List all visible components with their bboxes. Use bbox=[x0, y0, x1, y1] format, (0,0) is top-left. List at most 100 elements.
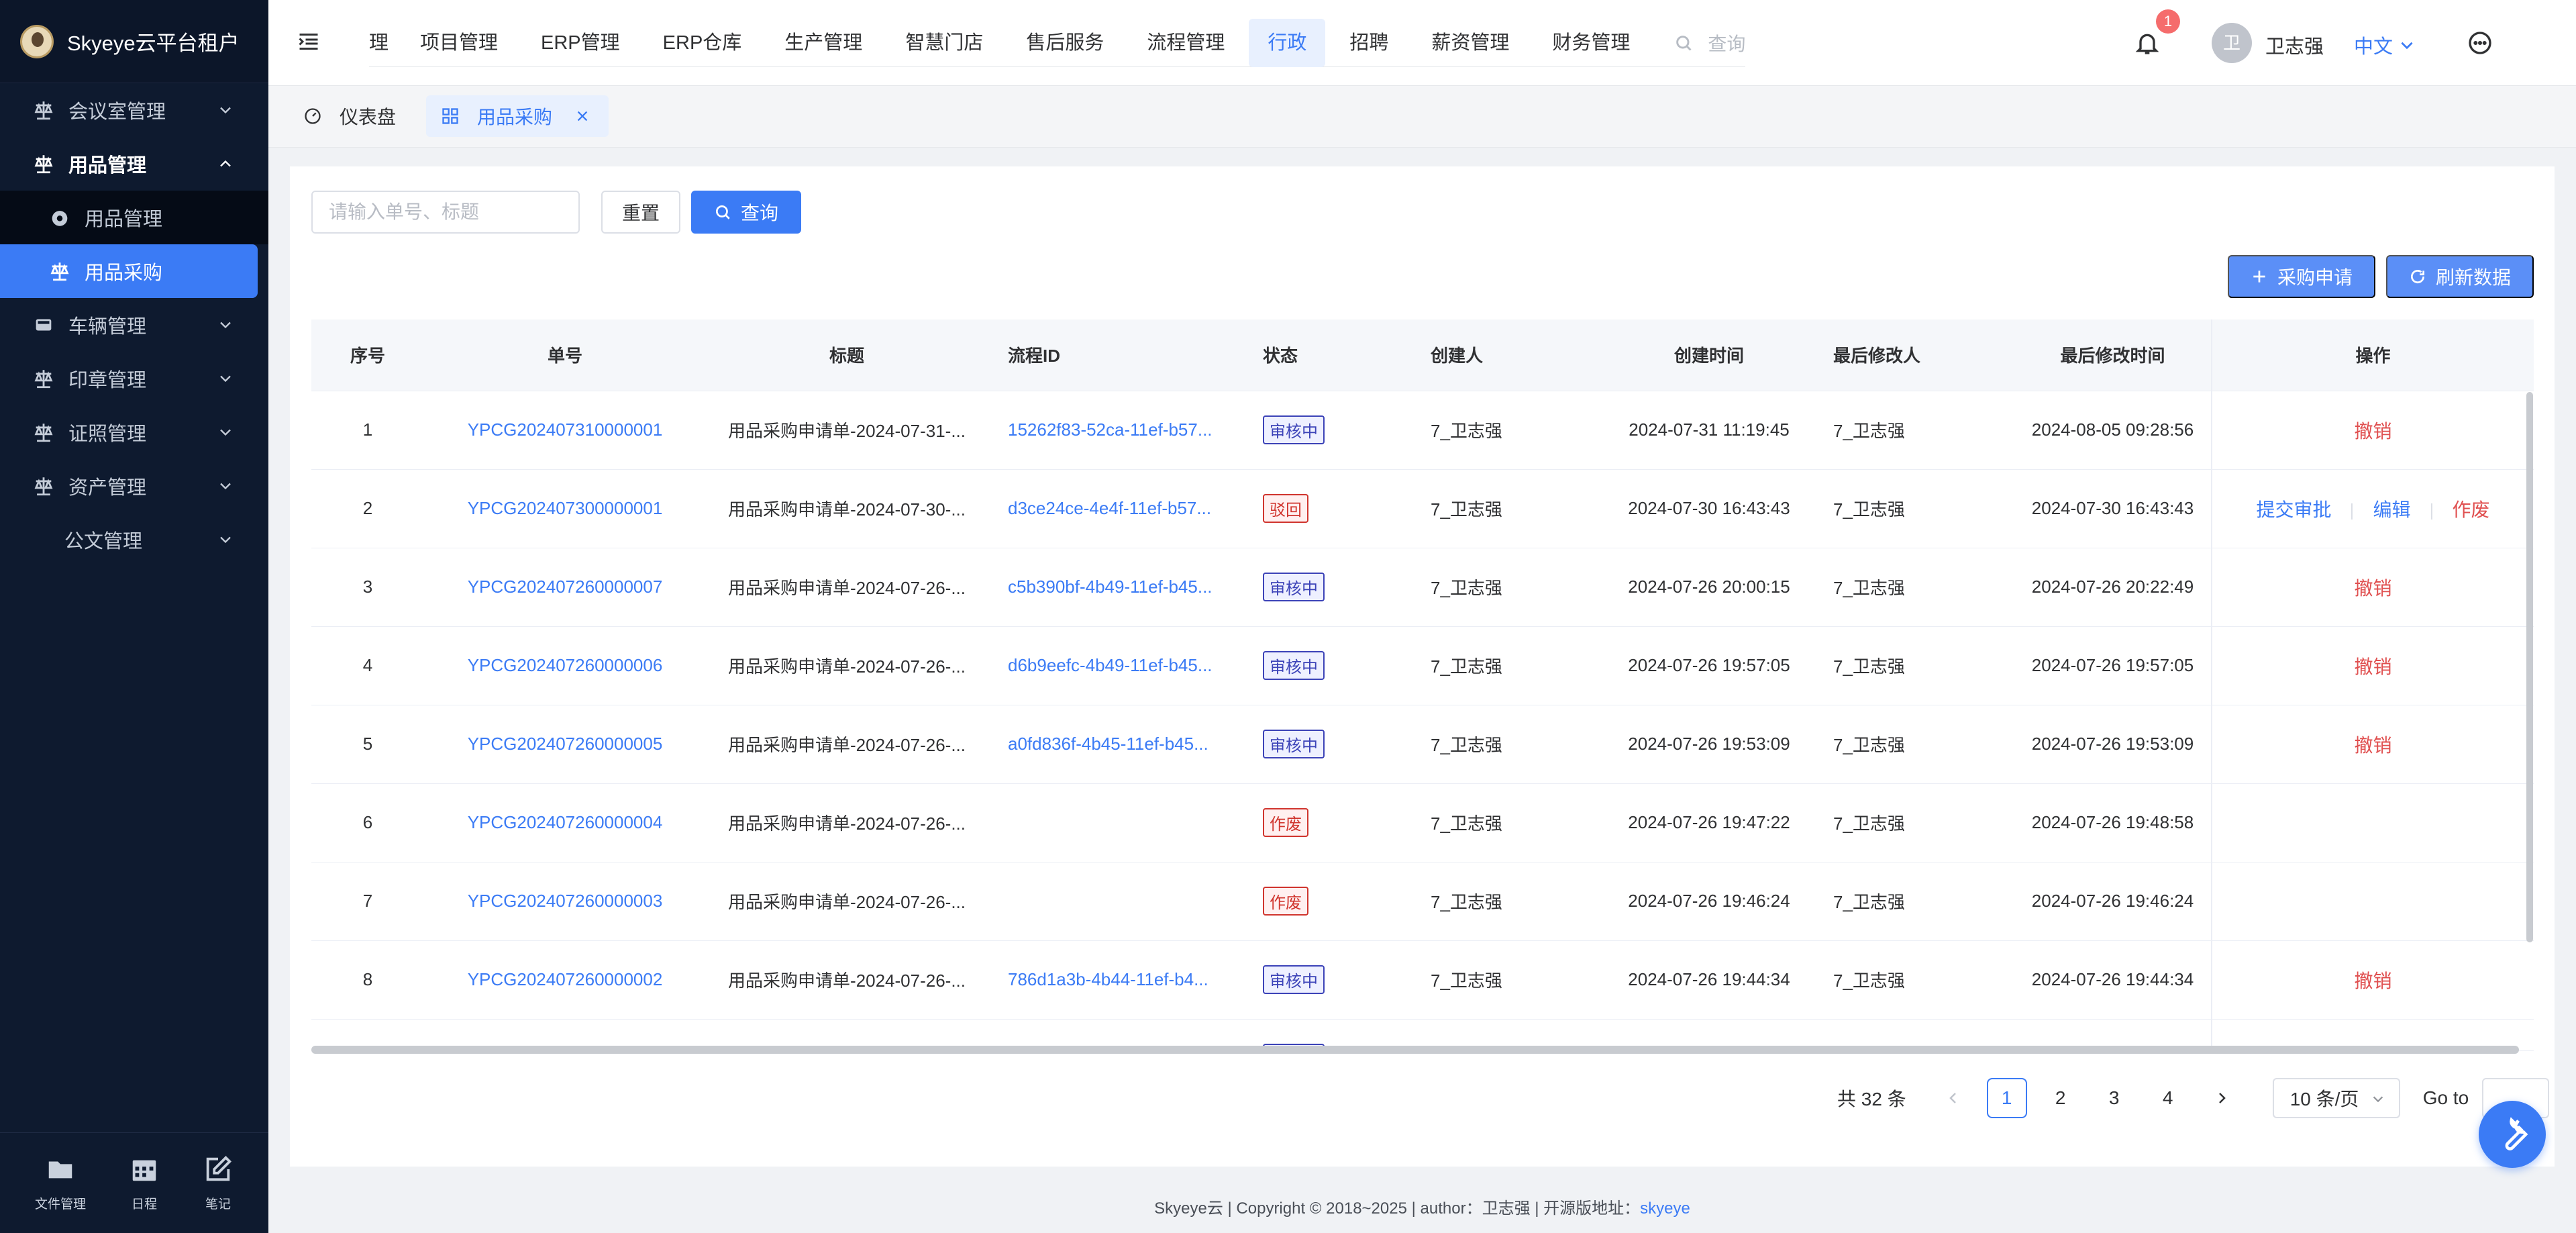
order-no-link[interactable]: YPCG202407260000002 bbox=[424, 940, 706, 1020]
chevron-left-icon bbox=[1949, 1093, 1956, 1103]
next-page-button[interactable] bbox=[2202, 1078, 2242, 1118]
query-button[interactable]: 查询 bbox=[691, 191, 801, 234]
nav-tab[interactable]: 财务管理 bbox=[1533, 19, 1649, 67]
action-link[interactable]: 作废 bbox=[2453, 499, 2490, 520]
order-no-link[interactable]: YPCG202407310000001 bbox=[424, 391, 706, 470]
horizontal-scrollbar[interactable] bbox=[311, 1046, 2519, 1054]
tag-dashboard[interactable]: 仪表盘 bbox=[289, 95, 411, 137]
sidebar-item[interactable]: 资产管理 bbox=[0, 459, 268, 513]
scale-icon bbox=[32, 99, 55, 121]
order-no-link[interactable]: YPCG202407260000006 bbox=[424, 626, 706, 705]
search-input[interactable] bbox=[311, 191, 580, 234]
footer-shortcut[interactable]: 笔记 bbox=[203, 1154, 234, 1212]
order-no-link[interactable]: YPCG202407260000005 bbox=[424, 705, 706, 784]
page-number[interactable]: 2 bbox=[2041, 1078, 2081, 1118]
nav-tab[interactable]: ERP管理 bbox=[522, 19, 639, 67]
row-title: 用品采购申请单-2024-07-30-... bbox=[706, 469, 988, 548]
order-no-link[interactable]: YPCG202407260000007 bbox=[424, 548, 706, 627]
refresh-button[interactable]: 刷新数据 bbox=[2386, 255, 2534, 298]
column-header: 标题 bbox=[706, 319, 988, 391]
row-created-time: 2024-07-26 19:46:24 bbox=[1605, 862, 1813, 941]
row-modifier: 7_卫志强 bbox=[1813, 940, 2014, 1020]
row-status: 审核中 bbox=[1243, 705, 1410, 784]
status-badge: 审核中 bbox=[1263, 415, 1325, 444]
flow-id-link[interactable]: c5b390bf-4b49-11ef-b45... bbox=[988, 548, 1243, 627]
table-body: 1 YPCG202407310000001 用品采购申请单-2024-07-31-.… bbox=[311, 391, 2534, 1050]
prev-page-button[interactable] bbox=[1933, 1078, 1973, 1118]
action-link[interactable]: 提交审批 bbox=[2256, 499, 2331, 520]
chat-icon[interactable] bbox=[2467, 30, 2493, 56]
close-icon[interactable] bbox=[575, 109, 590, 124]
row-modifier: 7_卫志强 bbox=[1813, 862, 2014, 941]
nav-tab[interactable]: 生产管理 bbox=[766, 19, 881, 67]
nav-tab[interactable]: 招聘 bbox=[1331, 19, 1407, 67]
sidebar-item-label: 证照管理 bbox=[68, 424, 147, 445]
avatar[interactable]: 卫 bbox=[2212, 23, 2252, 63]
notification-badge: 1 bbox=[2156, 9, 2180, 34]
brand[interactable]: Skyeye云平台租户 bbox=[0, 0, 268, 83]
chevron-down-icon bbox=[216, 423, 235, 442]
footer-link[interactable]: skyeye bbox=[1640, 1199, 1690, 1218]
user-name[interactable]: 卫志强 bbox=[2265, 31, 2324, 59]
row-actions bbox=[2211, 862, 2534, 941]
nav-tab[interactable]: ERP仓库 bbox=[644, 19, 761, 67]
bell-icon[interactable] bbox=[2134, 30, 2161, 56]
action-link[interactable]: 撤销 bbox=[2354, 735, 2391, 756]
order-no-link[interactable]: YPCG202407260000003 bbox=[424, 862, 706, 941]
column-header: 创建时间 bbox=[1605, 319, 1813, 391]
page-number[interactable]: 4 bbox=[2148, 1078, 2188, 1118]
row-creator: 7_卫志强 bbox=[1410, 626, 1605, 705]
sidebar-item[interactable]: 公文管理 bbox=[0, 513, 268, 566]
flow-id-link[interactable] bbox=[988, 783, 1243, 862]
tag-supplies-purchase[interactable]: 用品采购 bbox=[426, 95, 609, 137]
order-no-link[interactable]: YPCG202407300000001 bbox=[424, 469, 706, 548]
row-creator: 7_卫志强 bbox=[1410, 940, 1605, 1020]
order-no-link[interactable]: YPCG202407260000004 bbox=[424, 783, 706, 862]
page-number[interactable]: 3 bbox=[2094, 1078, 2134, 1118]
footer-shortcut[interactable]: 日程 bbox=[129, 1154, 160, 1212]
nav-tab[interactable]: 薪资管理 bbox=[1412, 19, 1528, 67]
flow-id-link[interactable] bbox=[988, 862, 1243, 941]
row-modified-time: 2024-07-26 19:57:05 bbox=[2014, 626, 2212, 705]
nav-tab[interactable]: 行政 bbox=[1249, 18, 1326, 67]
action-link[interactable]: 撤销 bbox=[2354, 578, 2391, 599]
action-link[interactable]: 撤销 bbox=[2354, 656, 2391, 677]
flow-id-link[interactable]: 15262f83-52ca-11ef-b57... bbox=[988, 391, 1243, 470]
nav-tab[interactable]: 项目管理 bbox=[401, 19, 517, 67]
sidebar-item[interactable]: 印章管理 bbox=[0, 352, 268, 405]
menu-fold-icon[interactable] bbox=[297, 30, 321, 54]
reset-button[interactable]: 重置 bbox=[601, 191, 680, 234]
sidebar-item[interactable]: 用品采购 bbox=[0, 244, 258, 298]
nav-tab[interactable]: 流程管理 bbox=[1128, 19, 1243, 67]
sidebar-item[interactable]: 用品管理 bbox=[0, 137, 268, 191]
nav-tab[interactable]: 智慧门店 bbox=[886, 19, 1002, 67]
row-title: 用品采购申请单-2024-07-26-... bbox=[706, 626, 988, 705]
sidebar-item-label: 公文管理 bbox=[64, 531, 143, 552]
page-number[interactable]: 1 bbox=[1986, 1078, 2027, 1118]
action-link[interactable]: 撤销 bbox=[2354, 421, 2391, 442]
row-index: 3 bbox=[311, 548, 424, 627]
sidebar-item[interactable]: 会议室管理 bbox=[0, 83, 268, 137]
vertical-scrollbar[interactable] bbox=[2526, 392, 2533, 942]
sidebar-item-label: 用品管理 bbox=[85, 209, 163, 230]
language-select[interactable]: 中文 bbox=[2354, 31, 2416, 59]
sidebar-item[interactable]: 证照管理 bbox=[0, 405, 268, 459]
flow-id-link[interactable]: 786d1a3b-4b44-11ef-b4... bbox=[988, 940, 1243, 1020]
nav-tab[interactable]: 售后服务 bbox=[1007, 19, 1123, 67]
action-link[interactable]: 撤销 bbox=[2354, 971, 2391, 991]
table-row: 8 YPCG202407260000002 用品采购申请单-2024-07-26-.… bbox=[311, 940, 2534, 1020]
footer-shortcut[interactable]: 文件管理 bbox=[35, 1154, 86, 1212]
settings-fab[interactable] bbox=[2479, 1101, 2546, 1168]
sidebar-item[interactable]: 车辆管理 bbox=[0, 298, 268, 352]
flow-id-link[interactable]: a0fd836f-4b45-11ef-b45... bbox=[988, 705, 1243, 784]
car-icon bbox=[32, 313, 55, 336]
flow-id-link[interactable]: d6b9eefc-4b49-11ef-b45... bbox=[988, 626, 1243, 705]
sidebar-item[interactable]: 用品管理 bbox=[0, 191, 268, 244]
flow-id-link[interactable]: d3ce24ce-4e4f-11ef-b57... bbox=[988, 469, 1243, 548]
action-link[interactable]: 编辑 bbox=[2373, 499, 2410, 520]
add-purchase-button[interactable]: 采购申请 bbox=[2228, 255, 2375, 298]
page-size-select[interactable]: 10 条/页 bbox=[2272, 1078, 2400, 1118]
nav-tab-clipped[interactable]: 理 bbox=[369, 19, 396, 67]
folder-icon bbox=[45, 1154, 76, 1194]
nav-search[interactable]: 查询 bbox=[1674, 30, 1745, 56]
